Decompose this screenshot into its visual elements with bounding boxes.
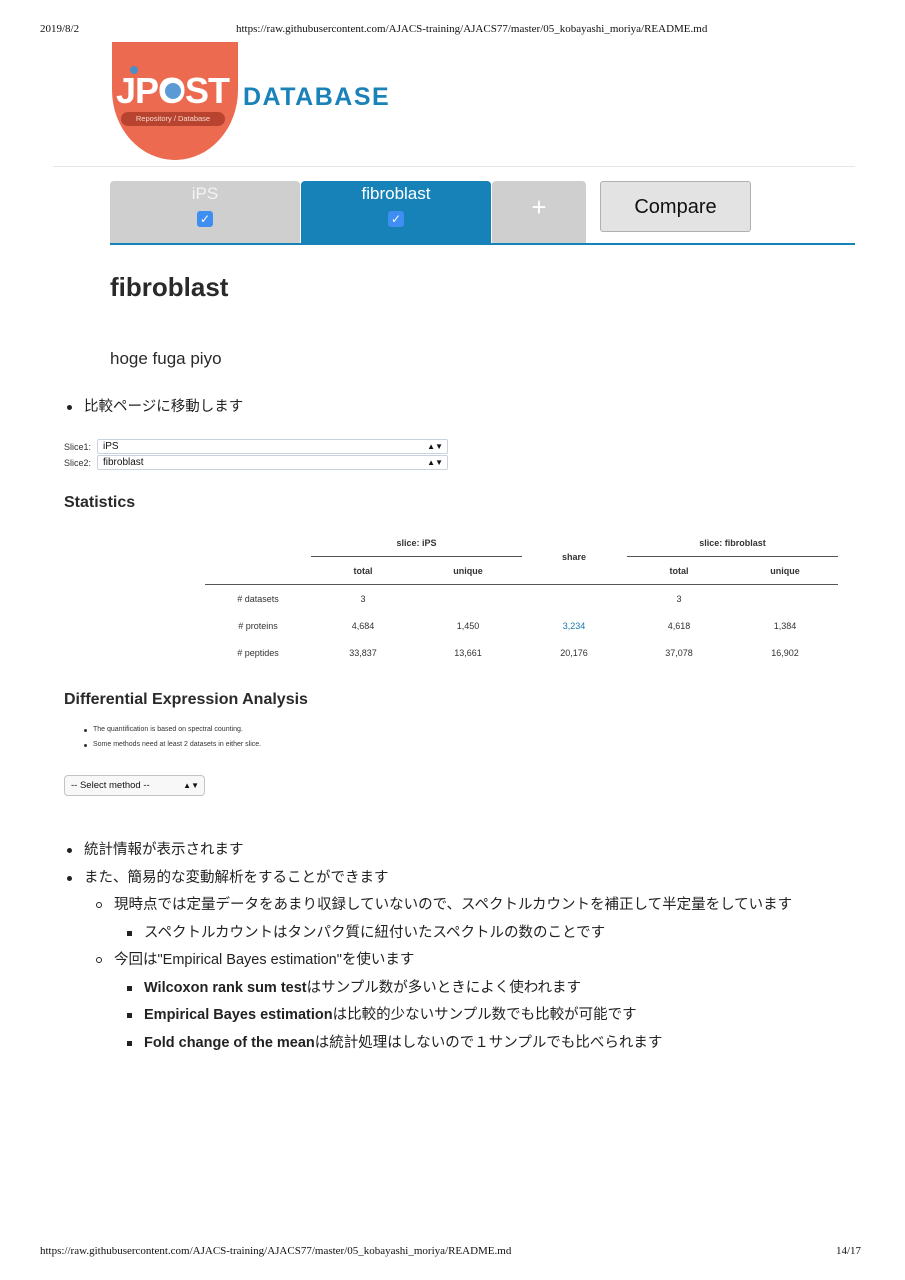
col-unique-2: unique — [770, 566, 800, 576]
cell-total-2: 4,618 — [667, 621, 691, 631]
page-description: hoge fuga piyo — [110, 349, 222, 368]
slice2-value: fibroblast — [103, 457, 144, 468]
select-arrows-icon: ▲▼ — [183, 781, 199, 790]
col-unique-1: unique — [453, 566, 483, 576]
slice1-value: iPS — [103, 441, 119, 452]
slice1-row: Slice1: — [64, 442, 96, 452]
slice2-select[interactable]: fibroblast ▲▼ — [97, 455, 448, 470]
dea-heading: Differential Expression Analysis — [64, 691, 308, 708]
cell-unique-2: 16,902 — [771, 648, 799, 658]
compare-button[interactable]: Compare — [600, 181, 751, 232]
list-item: また、簡易的な変動解析をすることができます — [64, 868, 792, 896]
add-tab-button[interactable]: + — [492, 181, 586, 244]
cell-unique-1: 13,661 — [454, 648, 482, 658]
logo-database-label: DATABASE — [243, 83, 391, 111]
row-label: # peptides — [237, 648, 279, 658]
row-label: # datasets — [237, 594, 279, 604]
logo-subtitle: Repository / Database — [121, 112, 225, 126]
slice2-label: Slice2: — [64, 458, 92, 468]
method-name: Wilcoxon rank sum test — [144, 979, 307, 996]
header-divider — [53, 166, 855, 167]
select-arrows-icon: ▲▼ — [427, 458, 443, 467]
print-date: 2019/8/2 — [40, 23, 80, 35]
cell-total-1: 4,684 — [351, 621, 375, 631]
logo-dot — [130, 66, 138, 74]
method-desc: は統計処理はしないので１サンプルでも比べられます — [314, 1034, 663, 1051]
dea-notes: The quantification is based on spectral … — [84, 726, 261, 755]
list-item: Empirical Bayes estimationは比較的少ないサンプル数でも… — [64, 1005, 792, 1033]
cell-share-link[interactable]: 3,234 — [534, 621, 614, 631]
tab-ips[interactable]: iPS ✓ — [110, 181, 300, 244]
cell-total-1: 3 — [360, 594, 366, 604]
print-header-url: https://raw.githubusercontent.com/AJACS-… — [236, 23, 708, 35]
page-number: 14/17 — [836, 1245, 862, 1257]
list-item: スペクトルカウントはタンパク質に紐付いたスペクトルの数のことです — [64, 923, 792, 951]
method-desc: は比較的少ないサンプル数でも比較が可能です — [332, 1007, 637, 1023]
slice2-row: Slice2: — [64, 458, 96, 468]
group-ips-header: slice: iPS — [396, 538, 437, 548]
col-total-2: total — [669, 566, 689, 576]
slice1-select[interactable]: iPS ▲▼ — [97, 439, 448, 454]
intro-list: 比較ページに移動します — [64, 397, 243, 425]
list-item: Fold change of the meanは統計処理はしないので１サンプルで… — [64, 1033, 792, 1061]
method-select-value: -- Select method -- — [71, 780, 150, 791]
method-name: Empirical Bayes estimation — [144, 1007, 333, 1023]
slice1-label: Slice1: — [64, 442, 92, 452]
statistics-heading: Statistics — [64, 494, 136, 511]
method-desc: はサンプル数が多いときによく使われます — [306, 979, 581, 996]
cell-total-1: 33,837 — [349, 648, 377, 658]
col-total-1: total — [353, 566, 373, 576]
cell-total-2: 37,078 — [665, 648, 693, 658]
tabs-underline — [110, 243, 855, 245]
print-footer-url: https://raw.githubusercontent.com/AJACS-… — [40, 1245, 512, 1257]
notes-list: 統計情報が表示されます また、簡易的な変動解析をすることができます 現時点では定… — [64, 840, 792, 1060]
cell-share: 20,176 — [560, 648, 588, 658]
tab-fibroblast[interactable]: fibroblast ✓ — [301, 181, 491, 244]
list-item: 統計情報が表示されます — [64, 840, 792, 868]
cell-unique-1: 1,450 — [456, 621, 480, 631]
group-ips-rule — [311, 556, 522, 557]
cell-total-2: 3 — [676, 594, 682, 604]
page-title: fibroblast — [110, 272, 229, 302]
group-fibroblast-header: slice: fibroblast — [699, 538, 766, 548]
group-fibroblast-rule — [627, 556, 838, 557]
list-item: The quantification is based on spectral … — [84, 726, 261, 741]
share-header: share — [561, 552, 587, 562]
method-name: Fold change of the mean — [144, 1034, 315, 1051]
select-arrows-icon: ▲▼ — [427, 442, 443, 451]
list-item: Some methods need at least 2 datasets in… — [84, 741, 261, 756]
list-item: 比較ページに移動します — [64, 397, 243, 425]
row-label: # proteins — [238, 621, 278, 631]
list-item: Wilcoxon rank sum testはサンプル数が多いときによく使われま… — [64, 978, 792, 1006]
list-item: 現時点では定量データをあまり収録していないので、スペクトルカウントを補正して半定… — [64, 895, 792, 923]
tab-ips-label: iPS — [191, 184, 219, 203]
method-select[interactable]: -- Select method -- ▲▼ — [64, 775, 205, 796]
logo-o-ring — [162, 80, 184, 102]
tab-fibroblast-checkbox[interactable]: ✓ — [388, 211, 404, 227]
tab-ips-checkbox[interactable]: ✓ — [197, 211, 213, 227]
header-rule — [205, 584, 838, 585]
cell-unique-2: 1,384 — [773, 621, 797, 631]
tab-fibroblast-label: fibroblast — [361, 184, 431, 203]
list-item: 今回は"Empirical Bayes estimation"を使います — [64, 950, 792, 978]
